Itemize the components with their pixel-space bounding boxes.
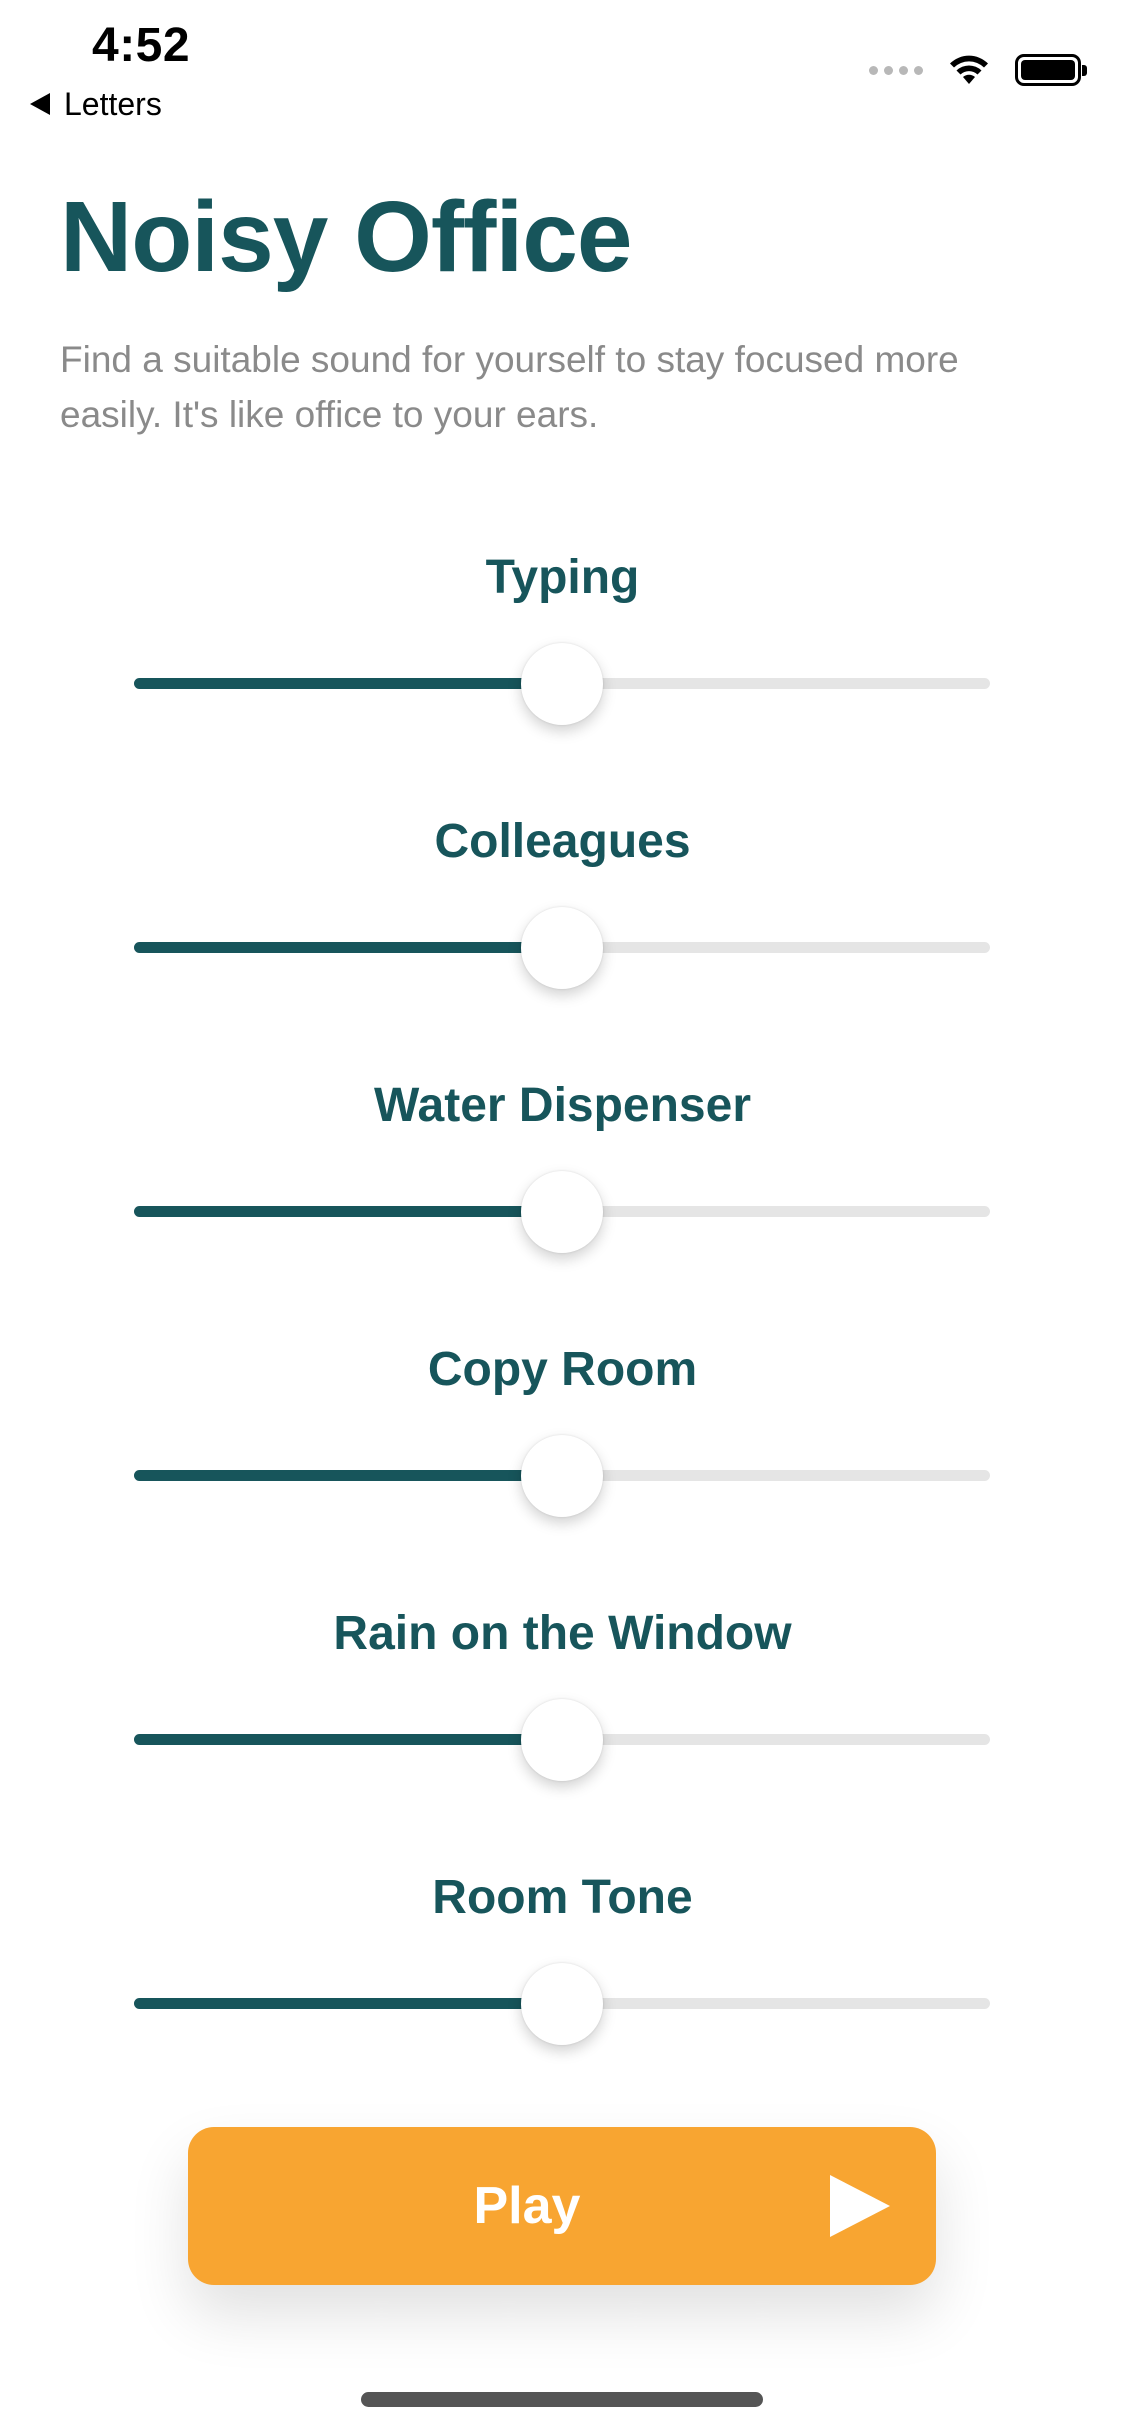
sound-sliders: Typing Colleagues Water Dispenser Copy R… (0, 540, 1125, 2124)
slider-fill (134, 1206, 562, 1217)
slider-label: Rain on the Window (333, 1607, 792, 1660)
slider-fill (134, 678, 562, 689)
slider-thumb[interactable] (521, 1434, 603, 1517)
page-title: Noisy Office (60, 181, 632, 293)
slider-label: Typing (485, 551, 640, 604)
signal-icon (869, 65, 923, 75)
wifi-icon (950, 55, 988, 84)
screen: 4:52 Letters Noisy Office Find a suitabl… (0, 0, 1125, 2436)
slider-group: Water Dispenser (0, 1068, 1125, 1332)
volume-slider[interactable] (134, 642, 990, 725)
back-arrow-icon (30, 93, 50, 115)
status-icons (869, 52, 1087, 88)
slider-thumb[interactable] (521, 1962, 603, 2045)
back-button[interactable]: Letters (30, 84, 162, 124)
status-time: 4:52 (92, 19, 191, 72)
slider-group: Rain on the Window (0, 1596, 1125, 1860)
play-button[interactable]: Play (188, 2127, 936, 2285)
battery-icon (1015, 54, 1087, 86)
slider-fill (134, 1998, 562, 2009)
back-label: Letters (64, 85, 162, 122)
slider-label: Room Tone (432, 1871, 693, 1924)
play-label: Play (473, 2177, 581, 2235)
volume-slider[interactable] (134, 1170, 990, 1253)
slider-group: Room Tone (0, 1860, 1125, 2124)
volume-slider[interactable] (134, 1434, 990, 1517)
volume-slider[interactable] (134, 906, 990, 989)
volume-slider[interactable] (134, 1698, 990, 1781)
slider-fill (134, 1470, 562, 1481)
slider-thumb[interactable] (521, 906, 603, 989)
slider-thumb[interactable] (521, 1170, 603, 1253)
play-icon (830, 2175, 890, 2237)
slider-thumb[interactable] (521, 642, 603, 725)
slider-label: Colleagues (434, 815, 691, 868)
home-indicator[interactable] (361, 2392, 763, 2407)
slider-label: Water Dispenser (373, 1079, 751, 1132)
slider-label: Copy Room (427, 1343, 698, 1396)
page-subtitle: Find a suitable sound for yourself to st… (60, 339, 959, 435)
slider-group: Colleagues (0, 804, 1125, 1068)
volume-slider[interactable] (134, 1962, 990, 2045)
slider-group: Copy Room (0, 1332, 1125, 1596)
slider-fill (134, 942, 562, 953)
slider-thumb[interactable] (521, 1698, 603, 1781)
slider-fill (134, 1734, 562, 1745)
slider-group: Typing (0, 540, 1125, 804)
